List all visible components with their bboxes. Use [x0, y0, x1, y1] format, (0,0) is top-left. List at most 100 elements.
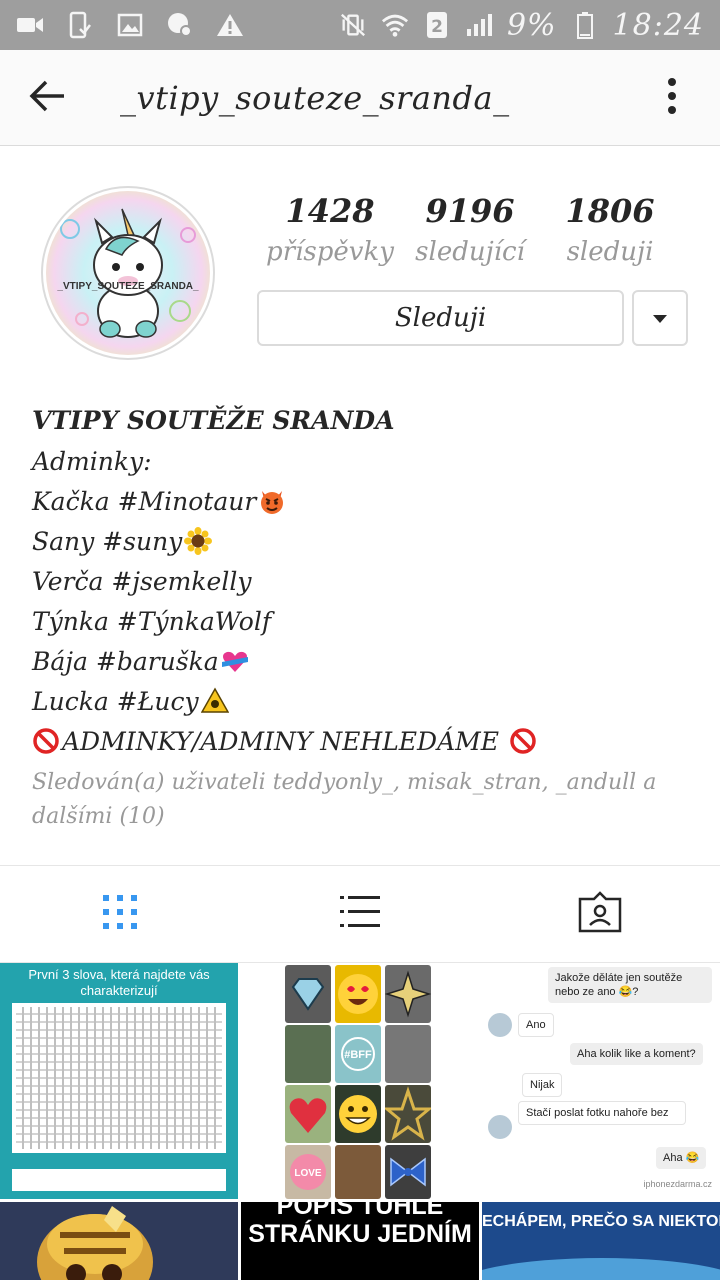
warning-icon [216, 12, 244, 38]
post-thumbnail[interactable] [0, 1202, 238, 1280]
avatar-text: _VTIPY_SOUTEZE_SRANDA_ [56, 281, 199, 292]
profile-tabs [0, 865, 720, 963]
video-camera-icon [16, 12, 44, 38]
bio-line: Kačka #Minotaur [32, 482, 692, 522]
chat-message: Aha 😂 [656, 1147, 707, 1169]
tagged-tab[interactable] [480, 866, 720, 962]
bio-line: Adminky: [32, 442, 692, 482]
bio-line: Bája #baruška [32, 642, 692, 682]
grid-icon [101, 893, 139, 935]
watermark: iphonezdarma.cz [643, 1179, 712, 1189]
profile-stats: 1428 příspěvky 9196 sledující 1806 sledu… [260, 190, 680, 272]
data-saver-icon [166, 12, 194, 38]
battery-icon [571, 12, 599, 39]
stat-followers[interactable]: 9196 sledující [400, 190, 540, 272]
collage-tile [285, 1025, 331, 1083]
posts-grid: První 3 slova, která najdete vás charakt… [0, 963, 720, 1280]
clock: 18:24 [612, 7, 704, 43]
stat-following-label: sleduji [566, 237, 654, 267]
stat-followers-value: 9196 [425, 192, 515, 230]
collage-tile [285, 965, 331, 1023]
bio-line: Lucka #Łucy [32, 682, 692, 722]
grid-view-tab[interactable] [0, 866, 240, 962]
profile-bio: VTIPY SOUTĚŽE SRANDA Adminky: Kačka #Min… [32, 400, 692, 762]
collage-tile-label: LOVE [294, 1168, 322, 1179]
bio-line-text: Kačka #Minotaur [32, 487, 257, 516]
wifi-icon [381, 12, 409, 38]
collage-tile [384, 965, 432, 1023]
suggestions-dropdown-button[interactable] [632, 290, 688, 346]
vibrate-icon [339, 12, 367, 38]
chat-message: Jakože děláte jen soutěže nebo ze ano 😂? [548, 967, 712, 1003]
phone-check-icon [66, 11, 94, 39]
warning-sign-icon [200, 687, 229, 715]
status-bar: 2 9% 18:24 [0, 0, 720, 50]
post-caption-overlay: ECHÁPEM, PREČO SA NIEKTORÍ ĽUD BOJA LIET… [482, 1213, 720, 1230]
back-button[interactable] [0, 50, 96, 146]
stat-posts-label: příspěvky [266, 237, 394, 267]
sim-slot-number: 2 [431, 17, 443, 37]
bio-line-text: Bája #baruška [32, 647, 219, 676]
bio-line-text: Verča #jsemkelly [32, 567, 252, 596]
post-caption-overlay: První 3 slova, která najdete vás charakt… [28, 967, 210, 998]
post-thumbnail[interactable]: ECHÁPEM, PREČO SA NIEKTORÍ ĽUD BOJA LIET… [482, 1202, 720, 1280]
bio-line: Týnka #TýnkaWolf [32, 602, 692, 642]
profile-name: VTIPY SOUTĚŽE SRANDA [32, 406, 395, 435]
battery-percentage: 9% [506, 7, 557, 43]
arrow-left-icon [28, 78, 68, 118]
chat-message: Aha kolik like a koment? [570, 1043, 703, 1065]
stat-followers-label: sledující [415, 237, 525, 267]
person-tag-icon [577, 891, 623, 937]
sunflower-icon [184, 527, 213, 555]
bio-line-text: Sany #suny [32, 527, 183, 556]
bio-line: Verča #jsemkelly [32, 562, 692, 602]
post-footer-strip [12, 1169, 226, 1191]
bio-line-text: Týnka #TýnkaWolf [32, 607, 272, 636]
avatar[interactable]: _VTIPY_SOUTEZE_SRANDA_ [41, 186, 215, 360]
signal-icon [465, 12, 493, 38]
bio-admins-wanted-line: ADMINKY/ADMINY NEHLEDÁME [32, 722, 692, 762]
prohibited-icon [509, 727, 537, 755]
post-thumbnail[interactable]: První 3 slova, která najdete vás charakt… [0, 963, 238, 1199]
sim-icon: 2 [423, 12, 451, 38]
more-options-button[interactable] [648, 74, 696, 122]
stat-posts-value: 1428 [285, 192, 375, 230]
following-button[interactable]: Sleduji [257, 290, 624, 346]
heart-ribbon-icon [221, 647, 249, 675]
devil-face-icon [258, 487, 286, 515]
admins-wanted-text: ADMINKY/ADMINY NEHLEDÁME [62, 727, 499, 756]
collage-tile [335, 1145, 381, 1199]
stat-following-value: 1806 [565, 192, 655, 230]
collage-tile [285, 1085, 331, 1143]
profile-header: _vtipy_souteze_sranda_ [0, 50, 720, 146]
more-vertical-icon [667, 77, 677, 119]
avatar [488, 1013, 512, 1037]
avatar [488, 1115, 512, 1139]
post-thumbnail[interactable]: #BFF LOVE [241, 963, 479, 1199]
bio-line-text: Lucka #Łucy [32, 687, 199, 716]
avatar-image: _VTIPY_SOUTEZE_SRANDA_ [46, 191, 210, 355]
page-title: _vtipy_souteze_sranda_ [120, 78, 510, 117]
post-thumbnail[interactable]: POPIS TUHLE STRÁNKU JEDNÍM [241, 1202, 479, 1280]
collage-tile: #BFF [335, 1025, 381, 1083]
collage-tile [385, 1025, 431, 1083]
gallery-icon [116, 12, 144, 38]
stat-following[interactable]: 1806 sleduji [540, 190, 680, 272]
collage-tile [385, 1145, 431, 1199]
collage-tile [335, 1085, 381, 1143]
bio-line: Sany #suny [32, 522, 692, 562]
collage-tile [335, 965, 381, 1023]
stat-posts[interactable]: 1428 příspěvky [260, 190, 400, 272]
post-caption-overlay: POPIS TUHLE STRÁNKU JEDNÍM [248, 1202, 472, 1248]
list-view-tab[interactable] [240, 866, 480, 962]
chat-message: Stačí poslat fotku nahoře bez [518, 1101, 686, 1125]
collage-tile-label: #BFF [344, 1049, 372, 1061]
prohibited-icon [32, 727, 60, 755]
list-icon [339, 893, 381, 935]
chat-message: Nijak [522, 1073, 563, 1097]
post-thumbnail[interactable]: Jakože děláte jen soutěže nebo ze ano 😂?… [482, 963, 720, 1199]
followed-by-text[interactable]: Sledován(a) uživateli teddyonly_, misak_… [32, 766, 692, 834]
collage-tile: LOVE [285, 1145, 331, 1199]
caret-down-icon [652, 309, 668, 328]
collage-tile [382, 1085, 434, 1143]
